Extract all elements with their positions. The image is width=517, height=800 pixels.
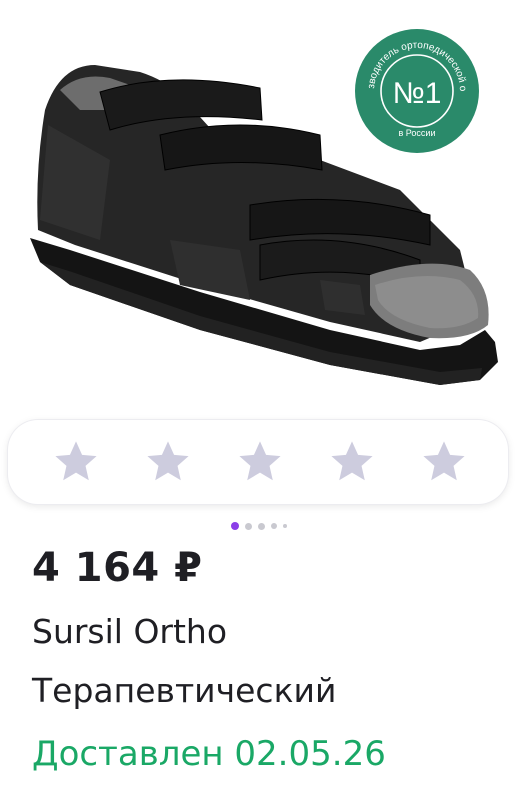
manufacturer-badge: Производитель ортопедической обуви №1 в …	[354, 28, 480, 154]
badge-main-text: №1	[393, 77, 442, 110]
star-5-icon[interactable]	[418, 436, 470, 488]
pager-dot-active[interactable]	[230, 522, 239, 530]
product-image[interactable]: Производитель ортопедической обуви №1 в …	[0, 0, 517, 430]
badge-bottom-text: в России	[399, 128, 436, 138]
pager-dot[interactable]	[244, 522, 252, 530]
product-title-brand[interactable]: Sursil Ortho	[32, 612, 227, 651]
product-price: 4 164 ₽	[32, 545, 203, 591]
star-2-icon[interactable]	[142, 436, 194, 488]
pager-dot[interactable]	[270, 523, 277, 529]
star-4-icon[interactable]	[326, 436, 378, 488]
pager-dot[interactable]	[282, 524, 287, 528]
product-title-type[interactable]: Терапевтический	[32, 671, 336, 710]
carousel-pager[interactable]	[0, 521, 517, 531]
delivery-status: Доставлен 02.05.26	[32, 734, 386, 774]
pager-dot[interactable]	[257, 522, 265, 530]
star-1-icon[interactable]	[50, 436, 102, 488]
star-3-icon[interactable]	[234, 436, 286, 488]
rating-stars	[8, 420, 508, 504]
